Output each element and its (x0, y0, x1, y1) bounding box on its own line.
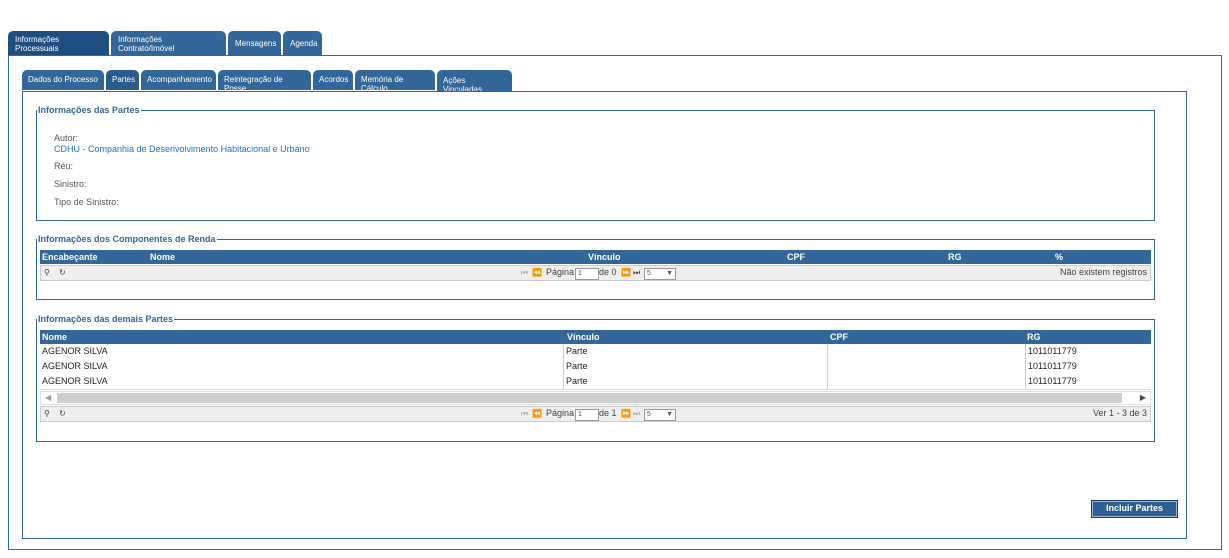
tab-label: Agenda (290, 39, 318, 48)
cell-nome: AGENOR SILVA (42, 346, 108, 356)
subtab-label: Acordos (319, 75, 349, 84)
next-page-icon[interactable]: ⏩ (621, 409, 631, 418)
search-icon[interactable]: ⚲ (44, 268, 50, 277)
col-cpf[interactable]: CPF (830, 330, 848, 344)
refresh-icon[interactable]: ↻ (59, 409, 66, 418)
col-rg[interactable]: RG (948, 250, 962, 264)
table-row[interactable]: AGENOR SILVA Parte 1011011779 (40, 359, 1151, 375)
refresh-icon[interactable]: ↻ (59, 268, 66, 277)
subtab-acompanhamento[interactable]: Acompanhamento (141, 70, 216, 90)
reu-label: Réu: (54, 161, 74, 171)
page-size-select[interactable]: 5 ▼ (644, 268, 676, 280)
table-row[interactable]: AGENOR SILVA Parte 1011011779 (40, 344, 1151, 360)
subtab-label: Acompanhamento (147, 75, 212, 84)
records-status: Não existem registros (1059, 267, 1147, 277)
col-nome[interactable]: Nome (42, 330, 67, 344)
page-of-label: de 1 (599, 408, 617, 418)
col-vinculo[interactable]: Vínculo (567, 330, 600, 344)
search-icon[interactable]: ⚲ (44, 409, 50, 418)
autor-value: CDHU - Companhia de Desenvolvimento Habi… (54, 144, 310, 154)
renda-grid-header: Encabeçante Nome Vínculo CPF RG % (40, 250, 1151, 264)
subtab-reintegracao-de-posse[interactable]: Reintegração de Posse (218, 70, 311, 93)
next-page-icon[interactable]: ⏩ (621, 268, 631, 277)
scroll-right-icon[interactable]: ▶ (1140, 393, 1146, 402)
table-row[interactable]: AGENOR SILVA Parte 1011011779 (40, 374, 1151, 390)
cell-rg: 1011011779 (1028, 346, 1077, 356)
page-label: Página (546, 408, 575, 418)
incluir-partes-button[interactable]: Incluir Partes (1091, 500, 1178, 518)
page-input[interactable]: 1 (575, 268, 599, 280)
page-size-value: 5 (647, 270, 651, 277)
col-encabecante[interactable]: Encabeçante (42, 250, 98, 264)
first-page-icon[interactable]: ⏮ (521, 409, 528, 419)
cell-vinculo: Parte (566, 361, 588, 371)
cell-vinculo: Parte (566, 376, 588, 386)
subtab-acoes-vinculadas[interactable]: Ações Vinculadas (437, 70, 512, 94)
records-status: Ver 1 - 3 de 3 (1092, 408, 1147, 418)
subtab-memoria-de-calculo[interactable]: Memória de Cálculo (355, 70, 435, 93)
page-of-label: de 0 (599, 267, 617, 277)
partes-legend: Informações das Partes (38, 105, 140, 115)
horizontal-scrollbar[interactable]: ◀ ▶ (40, 391, 1151, 405)
demais-legend: Informações das demais Partes (38, 314, 174, 324)
col-vinculo[interactable]: Vínculo (588, 250, 621, 264)
tab-informacoes-processuais[interactable]: Informações Processuais (8, 31, 109, 55)
col-nome[interactable]: Nome (150, 250, 175, 264)
last-page-icon[interactable]: ⏭ (633, 409, 640, 419)
renda-legend: Informações dos Componentes de Renda (38, 234, 216, 244)
subtab-label: Dados do Processo (28, 75, 98, 84)
subtab-label: Partes (112, 75, 136, 84)
tipo-sinistro-label: Tipo de Sinistro: (54, 197, 119, 207)
tab-agenda[interactable]: Agenda (283, 31, 322, 55)
page-label: Página (546, 267, 575, 277)
tab-label: Informações Processuais (15, 35, 60, 53)
subtab-dados-do-processo[interactable]: Dados do Processo (22, 70, 104, 90)
prev-page-icon[interactable]: ⏪ (532, 268, 542, 277)
first-page-icon[interactable]: ⏮ (521, 268, 528, 278)
scroll-thumb[interactable] (57, 393, 1122, 403)
prev-page-icon[interactable]: ⏪ (532, 409, 542, 418)
chevron-down-icon: ▼ (666, 270, 673, 277)
page-size-select[interactable]: 5 ▼ (644, 409, 676, 421)
renda-pager: ⚲ ↻ ⏮ ⏪ Página 1 de 0 ⏩ ⏭ 5 ▼ Não existem… (40, 265, 1151, 281)
col-percent[interactable]: % (1055, 250, 1063, 264)
last-page-icon[interactable]: ⏭ (633, 268, 640, 278)
cell-vinculo: Parte (566, 346, 588, 356)
tab-label: Mensagens (235, 39, 277, 48)
page-input[interactable]: 1 (575, 409, 599, 421)
sinistro-label: Sinistro: (54, 179, 87, 189)
chevron-down-icon: ▼ (666, 411, 673, 418)
cell-nome: AGENOR SILVA (42, 376, 108, 386)
tab-informacoes-contrato-imovel[interactable]: Informações Contrato/Imóvel (111, 31, 226, 55)
autor-label: Autor: (54, 133, 79, 143)
demais-pager: ⚲ ↻ ⏮ ⏪ Página 1 de 1 ⏩ ⏭ 5 ▼ Ver 1 - 3 d… (40, 406, 1151, 422)
partes-fieldset: Informações das Partes (36, 105, 1155, 221)
cell-nome: AGENOR SILVA (42, 361, 108, 371)
tab-label: Informações Contrato/Imóvel (118, 35, 175, 53)
page-size-value: 5 (647, 411, 651, 418)
col-rg[interactable]: RG (1027, 330, 1041, 344)
scroll-left-icon[interactable]: ◀ (45, 393, 51, 402)
col-cpf[interactable]: CPF (787, 250, 805, 264)
tab-mensagens[interactable]: Mensagens (228, 31, 281, 55)
demais-grid-header: Nome Vínculo CPF RG (40, 330, 1151, 344)
subtab-acordos[interactable]: Acordos (313, 70, 353, 90)
cell-rg: 1011011779 (1028, 376, 1077, 386)
cell-rg: 1011011779 (1028, 361, 1077, 371)
subtab-partes[interactable]: Partes (106, 70, 139, 90)
